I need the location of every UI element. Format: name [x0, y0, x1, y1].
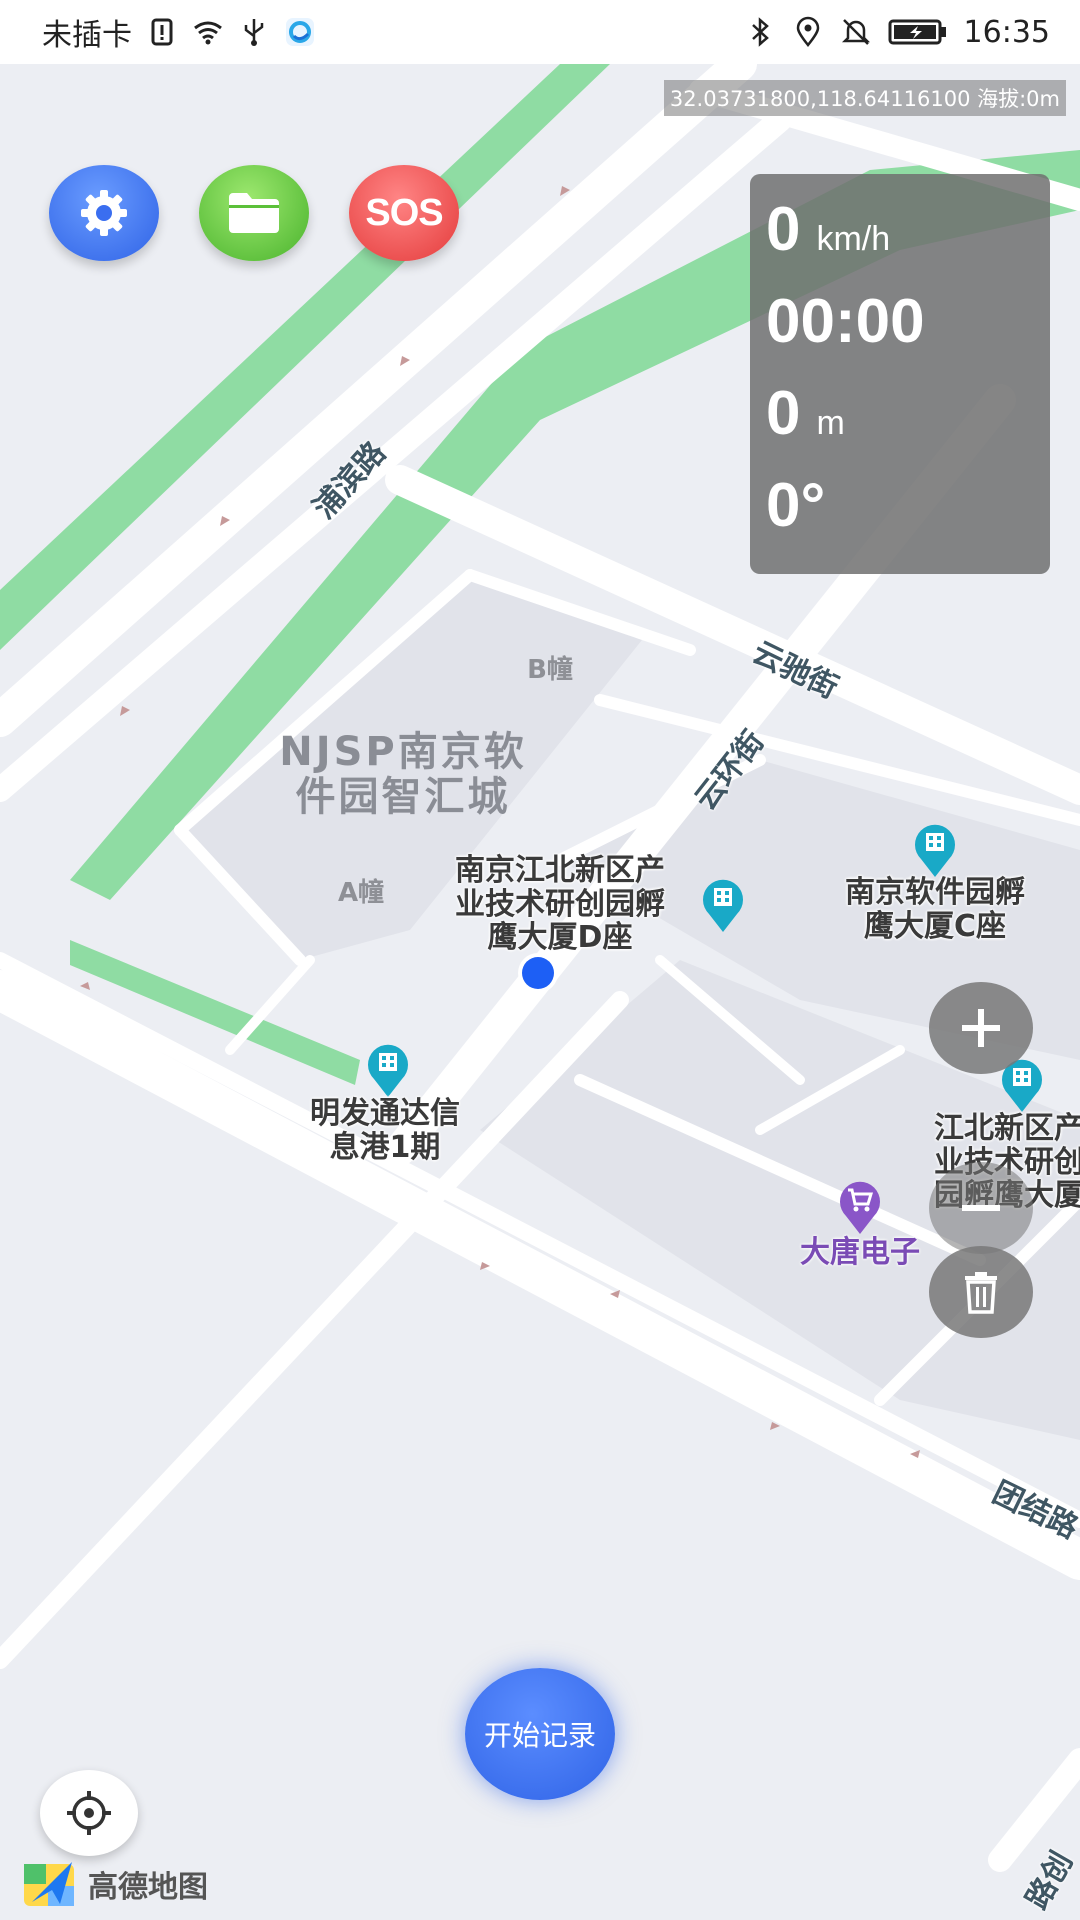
start-record-button[interactable]: 开始记录	[465, 1668, 615, 1800]
poi-label-mingfa[interactable]: 明发通达信 息港1期	[285, 1097, 485, 1164]
coordinate-readout: 32.03731800,118.64116100 海拔:0m	[663, 80, 1066, 116]
crosshair-icon	[67, 1791, 111, 1835]
location-icon	[792, 16, 824, 48]
clock: 16:35	[963, 14, 1050, 50]
poi-label-c-building[interactable]: 南京软件园孵 鹰大厦C座	[815, 876, 1055, 943]
gear-icon	[81, 190, 127, 236]
speed-value: 0	[766, 195, 801, 264]
plus-icon	[962, 1009, 1000, 1047]
sim-alert-icon	[146, 16, 178, 48]
distance-value: 0	[766, 379, 801, 448]
sos-button[interactable]: SOS	[349, 165, 459, 261]
speed-row: 0 km/h	[766, 186, 1034, 278]
wifi-icon	[192, 16, 224, 48]
building-pin-icon[interactable]	[364, 1039, 412, 1099]
poi-label-datang[interactable]: 大唐电子	[780, 1236, 940, 1270]
distance-unit: m	[816, 404, 845, 442]
sos-label: SOS	[365, 191, 443, 234]
heading-value: 0°	[766, 471, 826, 540]
building-a-label: A幢	[337, 878, 385, 908]
usb-icon	[238, 16, 270, 48]
trash-icon	[965, 1272, 997, 1314]
area-label: NJSP南京软 件园智汇城	[279, 729, 527, 820]
status-bar: 未插卡 16:35	[0, 0, 1080, 64]
locate-button[interactable]	[40, 1770, 138, 1856]
amap-logo: 高德地图	[22, 1858, 208, 1910]
map-view[interactable]: 32.03731800,118.64116100 海拔:0m NJSP南京软 件…	[0, 64, 1080, 1920]
shopping-cart-pin-icon[interactable]	[836, 1176, 884, 1236]
zoom-in-button[interactable]	[929, 982, 1033, 1074]
heading-row: 0°	[766, 462, 1034, 554]
mute-icon	[840, 16, 872, 48]
speed-unit: km/h	[816, 220, 891, 258]
poi-label-d-building[interactable]: 南京江北新区产 业技术研创园孵 鹰大厦D座	[420, 854, 700, 955]
elapsed-row: 00:00	[766, 278, 1034, 370]
app-notification-icon	[284, 16, 316, 48]
delete-button[interactable]	[929, 1246, 1033, 1338]
distance-row: 0 m	[766, 370, 1034, 462]
amap-logo-icon	[24, 1862, 74, 1906]
settings-button[interactable]	[49, 165, 159, 261]
bluetooth-icon	[744, 16, 776, 48]
building-pin-icon[interactable]	[911, 819, 959, 879]
carrier-text: 未插卡	[42, 18, 132, 53]
folder-button[interactable]	[199, 165, 309, 261]
folder-icon	[229, 193, 279, 233]
battery-icon	[888, 17, 948, 47]
building-pin-icon[interactable]	[699, 874, 747, 934]
amap-text: 高德地图	[88, 1870, 208, 1905]
zoom-out-button[interactable]	[929, 1162, 1033, 1254]
elapsed-time: 00:00	[766, 287, 925, 356]
minus-icon	[962, 1205, 1000, 1211]
building-b-label: B幢	[527, 655, 573, 685]
stats-panel: 0 km/h 00:00 0 m 0°	[750, 174, 1050, 574]
